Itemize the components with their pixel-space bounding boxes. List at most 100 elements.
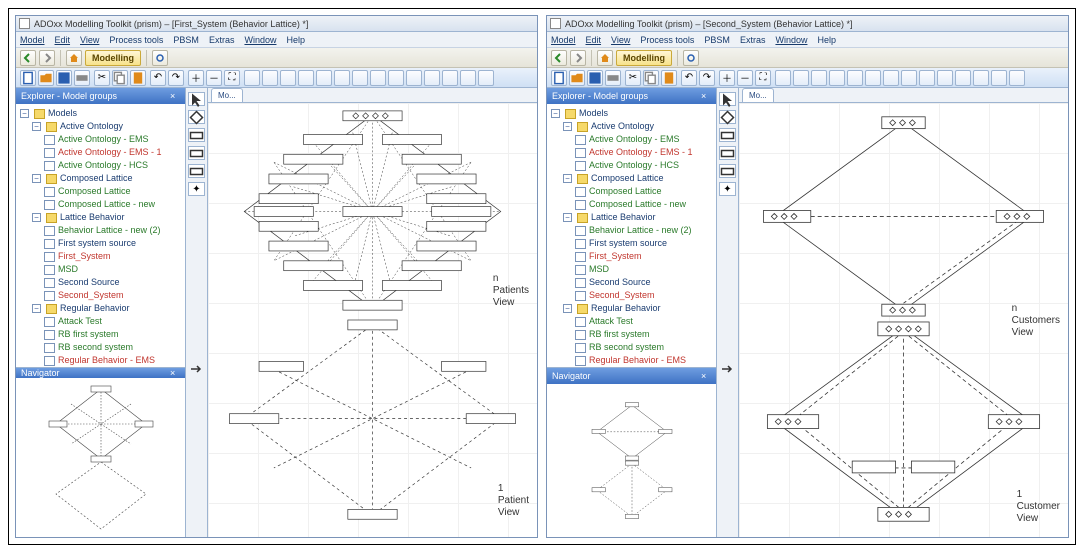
new-icon[interactable] [551, 70, 567, 86]
menu-extras[interactable]: Extras [740, 35, 766, 45]
fit-icon[interactable]: ⛶ [755, 70, 771, 86]
canvas-area[interactable]: Mo... [208, 88, 537, 537]
print-icon[interactable] [605, 70, 621, 86]
palette-pointer[interactable] [719, 92, 736, 106]
palette-diamond[interactable] [188, 110, 205, 124]
forward-button[interactable] [39, 50, 55, 66]
menubar[interactable]: Model Edit View Process tools PBSM Extra… [547, 32, 1068, 48]
home-icon[interactable] [597, 50, 613, 66]
tool-icon[interactable] [883, 70, 899, 86]
modelling-badge[interactable]: Modelling [616, 50, 672, 66]
diagram-canvas[interactable]: n Customers View 1 Customer View [739, 103, 1068, 537]
menu-process-tools[interactable]: Process tools [640, 35, 694, 45]
palette-rect[interactable] [188, 128, 205, 142]
back-button[interactable] [551, 50, 567, 66]
canvas-area[interactable]: Mo... [739, 88, 1068, 537]
back-button[interactable] [20, 50, 36, 66]
copy-icon[interactable] [112, 70, 128, 86]
tool-icon[interactable] [460, 70, 476, 86]
undo-icon[interactable]: ↶ [681, 70, 697, 86]
menu-window[interactable]: Window [775, 35, 807, 45]
paste-icon[interactable] [130, 70, 146, 86]
tool-icon[interactable] [973, 70, 989, 86]
zoom-in-icon[interactable]: ＋ [719, 70, 735, 86]
tool-icon[interactable] [955, 70, 971, 86]
palette-star[interactable]: ✦ [188, 182, 205, 196]
refresh-icon[interactable] [683, 50, 699, 66]
zoom-out-icon[interactable]: － [206, 70, 222, 86]
fit-icon[interactable]: ⛶ [224, 70, 240, 86]
menu-pbsm[interactable]: PBSM [173, 35, 199, 45]
home-icon[interactable] [66, 50, 82, 66]
tool-icon[interactable] [901, 70, 917, 86]
menu-pbsm[interactable]: PBSM [704, 35, 730, 45]
open-icon[interactable] [38, 70, 54, 86]
menu-extras[interactable]: Extras [209, 35, 235, 45]
cut-icon[interactable]: ✂ [94, 70, 110, 86]
tool-icon[interactable] [244, 70, 260, 86]
tool-icon[interactable] [442, 70, 458, 86]
tool-icon[interactable] [370, 70, 386, 86]
close-icon[interactable]: × [701, 91, 711, 101]
canvas-tab[interactable]: Mo... [742, 88, 774, 102]
expand-toggle[interactable]: − [20, 109, 29, 118]
palette-rect2[interactable] [188, 146, 205, 160]
new-icon[interactable] [20, 70, 36, 86]
open-icon[interactable] [569, 70, 585, 86]
copy-icon[interactable] [643, 70, 659, 86]
tool-icon[interactable] [334, 70, 350, 86]
tool-icon[interactable] [406, 70, 422, 86]
menu-edit[interactable]: Edit [586, 35, 602, 45]
save-icon[interactable] [56, 70, 72, 86]
zoom-out-icon[interactable]: － [737, 70, 753, 86]
tool-icon[interactable] [829, 70, 845, 86]
palette-rect[interactable] [719, 128, 736, 142]
menu-process-tools[interactable]: Process tools [109, 35, 163, 45]
modelling-badge[interactable]: Modelling [85, 50, 141, 66]
redo-icon[interactable]: ↷ [168, 70, 184, 86]
paste-icon[interactable] [661, 70, 677, 86]
palette-rect3[interactable] [719, 164, 736, 178]
tool-icon[interactable] [352, 70, 368, 86]
tool-icon[interactable] [1009, 70, 1025, 86]
save-icon[interactable] [587, 70, 603, 86]
tool-icon[interactable] [280, 70, 296, 86]
tool-icon[interactable] [478, 70, 494, 86]
palette-diamond[interactable] [719, 110, 736, 124]
diagram-canvas[interactable]: n Patients View 1 Patient View [208, 103, 537, 537]
palette-star[interactable]: ✦ [719, 182, 736, 196]
tool-icon[interactable] [865, 70, 881, 86]
print-icon[interactable] [74, 70, 90, 86]
zoom-in-icon[interactable]: ＋ [188, 70, 204, 86]
menu-model[interactable]: Model [20, 35, 45, 45]
tool-icon[interactable] [424, 70, 440, 86]
redo-icon[interactable]: ↷ [699, 70, 715, 86]
navigator-thumbnail[interactable] [16, 378, 185, 537]
palette-pointer[interactable] [188, 92, 205, 106]
tool-icon[interactable] [811, 70, 827, 86]
tool-icon[interactable] [775, 70, 791, 86]
menu-view[interactable]: View [611, 35, 630, 45]
menu-help[interactable]: Help [817, 35, 836, 45]
menu-view[interactable]: View [80, 35, 99, 45]
menu-edit[interactable]: Edit [55, 35, 71, 45]
undo-icon[interactable]: ↶ [150, 70, 166, 86]
menu-window[interactable]: Window [244, 35, 276, 45]
tool-icon[interactable] [316, 70, 332, 86]
tool-icon[interactable] [847, 70, 863, 86]
tool-icon[interactable] [793, 70, 809, 86]
menu-help[interactable]: Help [286, 35, 305, 45]
tool-icon[interactable] [991, 70, 1007, 86]
close-icon[interactable]: × [170, 91, 180, 101]
model-tree[interactable]: −Models −Active Ontology Active Ontology… [547, 104, 716, 367]
refresh-icon[interactable] [152, 50, 168, 66]
canvas-tab[interactable]: Mo... [211, 88, 243, 102]
palette-rect2[interactable] [719, 146, 736, 160]
tool-icon[interactable] [298, 70, 314, 86]
tool-icon[interactable] [262, 70, 278, 86]
navigator-thumbnail[interactable] [547, 384, 716, 537]
close-icon[interactable]: × [701, 371, 711, 381]
menubar[interactable]: Model Edit View Process tools PBSM Extra… [16, 32, 537, 48]
tool-icon[interactable] [937, 70, 953, 86]
menu-model[interactable]: Model [551, 35, 576, 45]
